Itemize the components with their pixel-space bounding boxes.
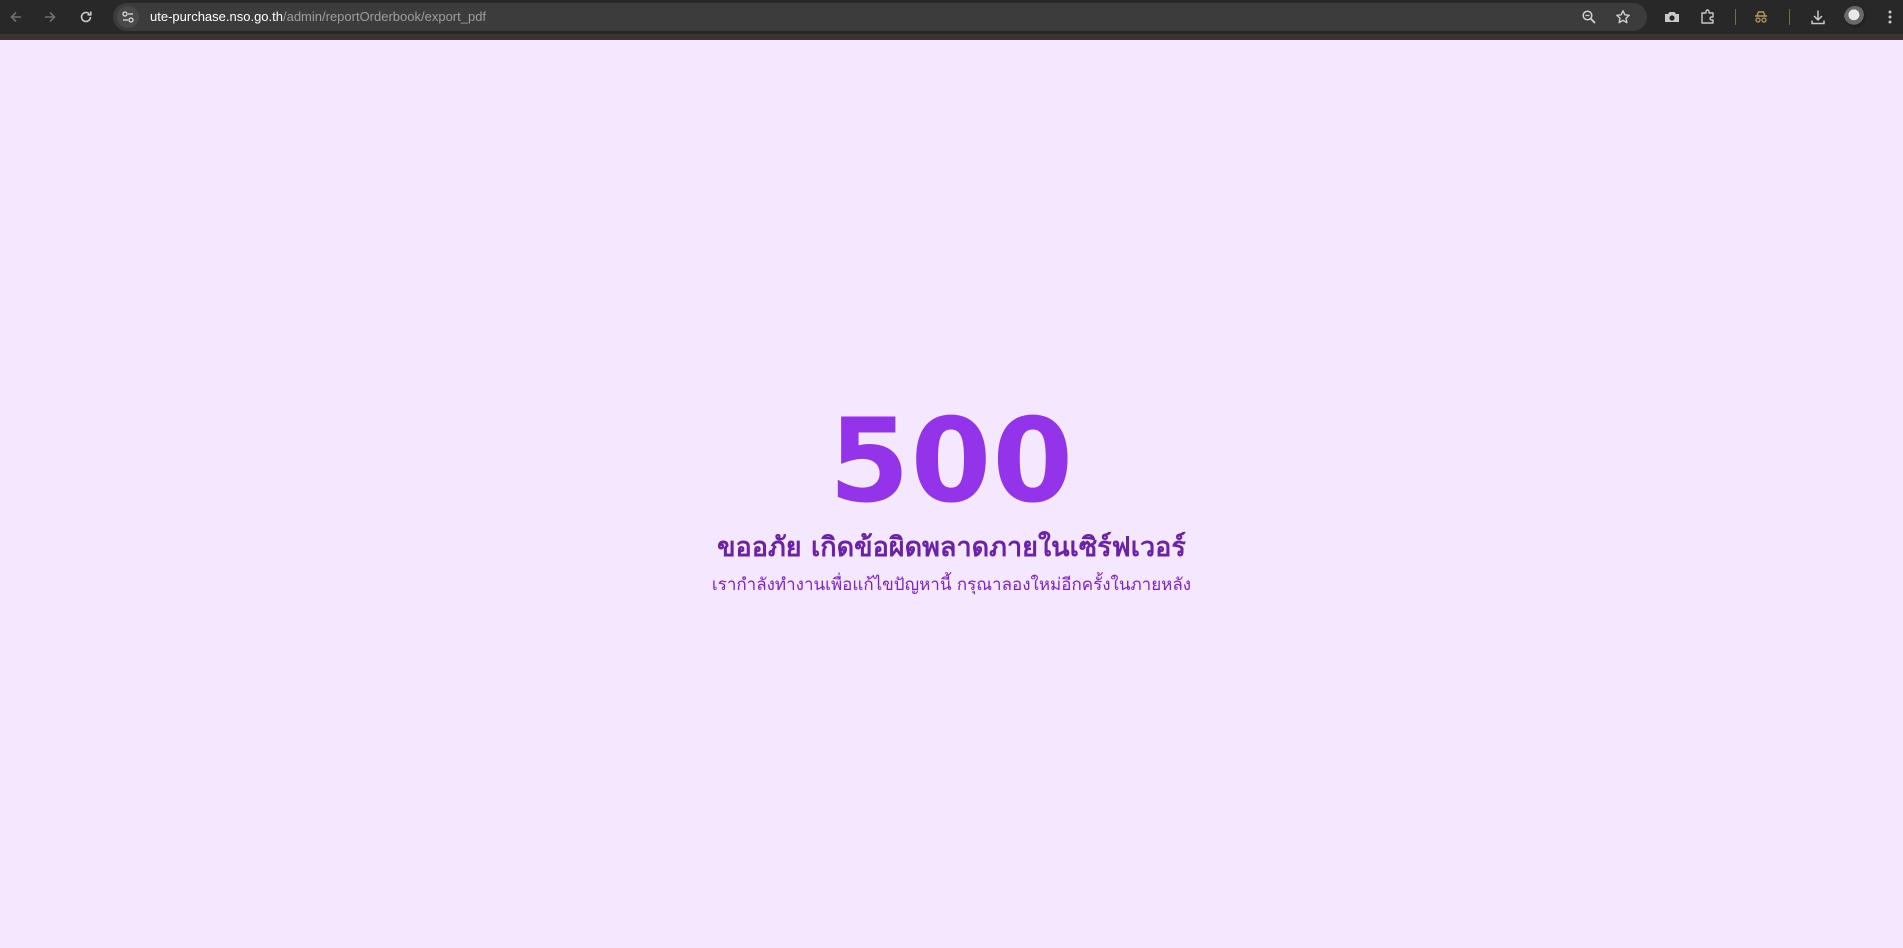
browser-menu-button[interactable] (1880, 7, 1900, 27)
browser-toolbar: ute-purchase.nso.go.th/admin/reportOrder… (0, 0, 1903, 40)
forward-button[interactable] (38, 5, 62, 29)
downloads-button[interactable] (1808, 7, 1828, 27)
profile-avatar[interactable] (1844, 6, 1866, 28)
incognito-button[interactable] (1751, 7, 1771, 27)
error-content: 500 ขออภัย เกิดข้อผิดพลาดภายในเซิร์ฟเวอร… (0, 400, 1903, 598)
error-title: ขออภัย เกิดข้อผิดพลาดภายในเซิร์ฟเวอร์ (717, 532, 1186, 563)
extensions-button[interactable] (1698, 7, 1718, 27)
arrow-left-icon (10, 11, 21, 23)
reload-icon (80, 11, 92, 23)
address-bar[interactable]: ute-purchase.nso.go.th/admin/reportOrder… (113, 3, 1647, 31)
toolbar-separator (1735, 9, 1736, 25)
star-icon (1616, 10, 1630, 24)
error-message: เรากำลังทำงานเพื่อแก้ไขปัญหานี้ กรุณาลอง… (711, 575, 1192, 595)
url-text[interactable]: ute-purchase.nso.go.th/admin/reportOrder… (150, 9, 486, 25)
url-path: /admin/reportOrderbook/export_pdf (282, 9, 487, 24)
toolbar-divider (0, 34, 1903, 40)
incognito-icon (1755, 11, 1767, 23)
kebab-menu-icon (1888, 10, 1892, 24)
bookmark-button[interactable] (1613, 7, 1633, 27)
site-info-button[interactable] (117, 6, 139, 28)
zoom-icon (1582, 10, 1596, 24)
zoom-button[interactable] (1579, 7, 1599, 27)
camera-icon (1665, 12, 1679, 22)
reload-button[interactable] (74, 5, 98, 29)
url-host: ute-purchase.nso.go.th (150, 9, 283, 24)
tune-icon (122, 11, 134, 23)
puzzle-icon (1701, 9, 1714, 24)
screenshot-button[interactable] (1662, 7, 1682, 27)
error-code: 500 (828, 394, 1075, 529)
back-button[interactable] (4, 5, 28, 29)
toolbar-separator (1789, 9, 1790, 25)
download-icon (1811, 10, 1825, 25)
arrow-right-icon (45, 11, 56, 23)
